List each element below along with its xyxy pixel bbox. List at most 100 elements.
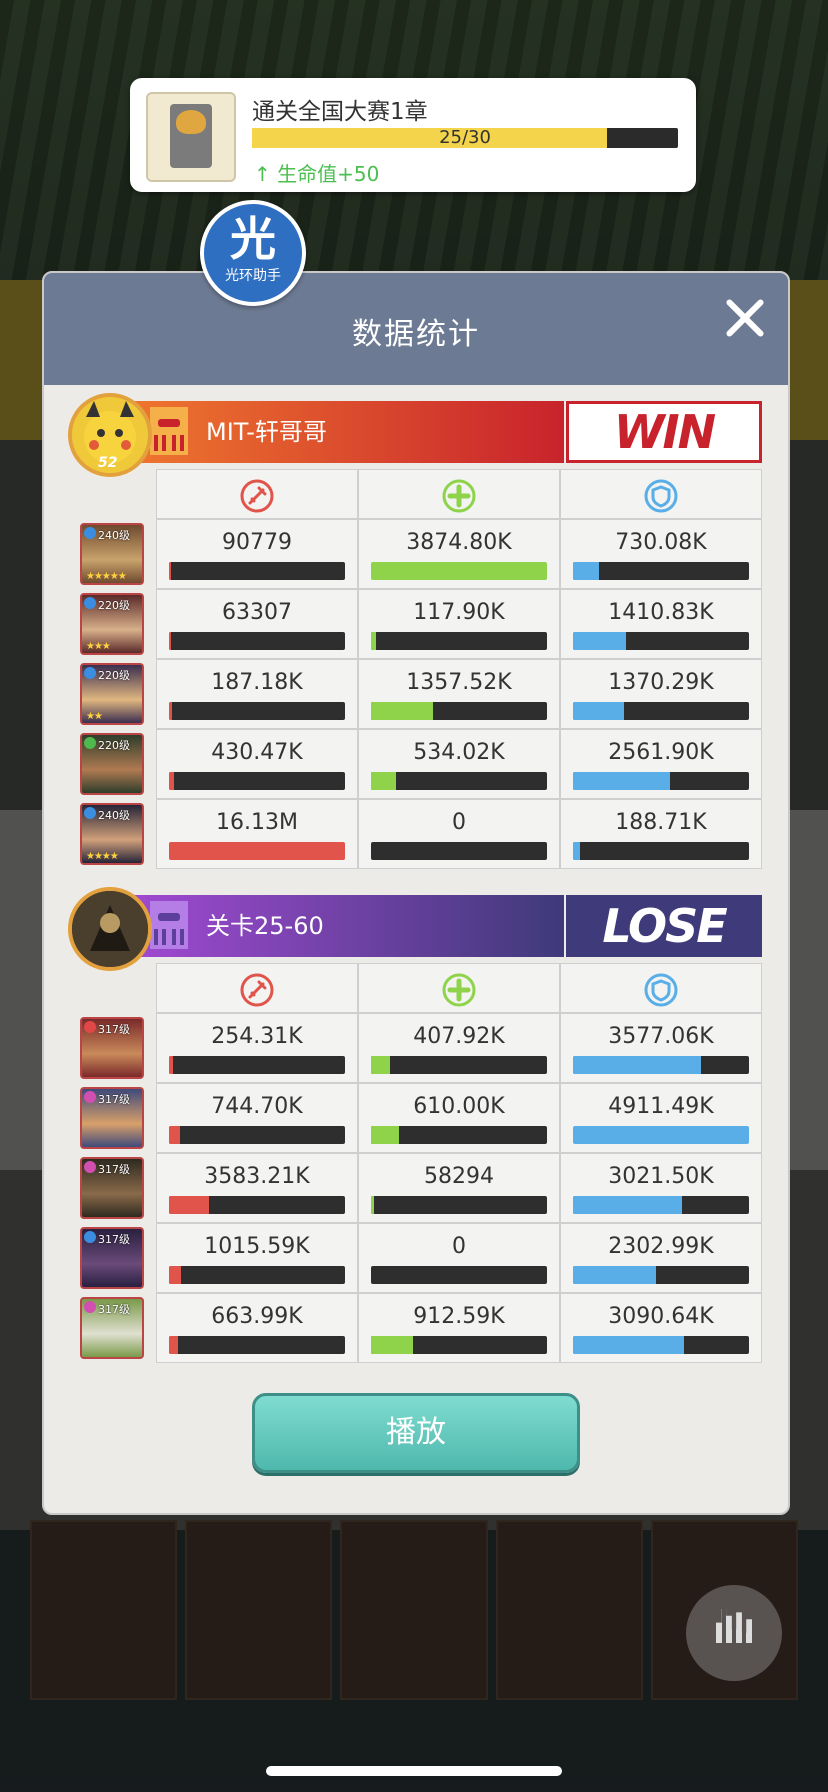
heal-cell: 407.92K: [358, 1013, 560, 1083]
shield-cell: 188.71K: [560, 799, 762, 869]
hero-stat-row: 317级 663.99K 912.59K 3090.64K: [70, 1293, 762, 1363]
hero-stat-row: 220级 ★★ 187.18K 1357.52K 1370.29K: [70, 659, 762, 729]
hero-level: 220级: [98, 739, 130, 752]
hero-portrait[interactable]: 317级: [80, 1157, 144, 1219]
heal-bar: [371, 1196, 547, 1214]
damage-cell: 744.70K: [156, 1083, 358, 1153]
hero-stat-row: 317级 1015.59K 0 2302.99K: [70, 1223, 762, 1293]
heal-bar: [371, 562, 547, 580]
shield-value: 2302.99K: [608, 1234, 714, 1259]
shield-bar: [573, 702, 749, 720]
heal-bar: [371, 1056, 547, 1074]
hero-level: 317级: [98, 1023, 130, 1036]
heal-value: 610.00K: [413, 1094, 505, 1119]
heal-bar-fill: [371, 632, 377, 650]
shield-cell: 3021.50K: [560, 1153, 762, 1223]
damage-bar-fill: [169, 1126, 180, 1144]
player-avatar[interactable]: 52: [68, 393, 152, 477]
damage-value: 663.99K: [211, 1304, 303, 1329]
shield-bar-fill: [573, 702, 625, 720]
heal-bar: [371, 1266, 547, 1284]
hero-stat-row: 220级 ★★★ 63307 117.90K 1410.83K: [70, 589, 762, 659]
shield-cell: 2561.90K: [560, 729, 762, 799]
heal-value: 0: [452, 810, 466, 835]
hero-portrait[interactable]: 317级: [80, 1087, 144, 1149]
damage-icon: [239, 972, 275, 1008]
hero-class-gem-icon: [84, 1231, 96, 1243]
play-button[interactable]: 播放: [252, 1393, 580, 1473]
shield-cell: 3090.64K: [560, 1293, 762, 1363]
team-name: MIT-轩哥哥: [206, 418, 327, 446]
heal-cell: 58294: [358, 1153, 560, 1223]
hero-stat-row: 240级 ★★★★★ 90779 3874.80K 730.08K: [70, 519, 762, 589]
hero-portrait[interactable]: 317级: [80, 1227, 144, 1289]
heal-bar-fill: [371, 1196, 374, 1214]
hero-stars-icon: ★★★: [86, 641, 111, 652]
hero-portrait[interactable]: 220级 ★★: [80, 663, 144, 725]
hero-cell: 240级 ★★★★★: [70, 519, 156, 589]
hero-portrait[interactable]: 220级 ★★★: [80, 593, 144, 655]
damage-bar-fill: [169, 562, 171, 580]
heal-bar-fill: [371, 772, 396, 790]
quest-reward: ↑ 生命值+50: [254, 162, 380, 186]
player-level: 52: [98, 455, 118, 471]
hero-stat-row: 317级 3583.21K 58294 3021.50K: [70, 1153, 762, 1223]
hero-cell: 317级: [70, 1293, 156, 1363]
stat-header-cell: [560, 963, 762, 1013]
home-indicator: [266, 1766, 562, 1776]
hero-portrait[interactable]: 240级 ★★★★: [80, 803, 144, 865]
shield-value: 3090.64K: [608, 1304, 714, 1329]
hero-portrait[interactable]: 317级: [80, 1297, 144, 1359]
heal-cell: 534.02K: [358, 729, 560, 799]
shield-value: 2561.90K: [608, 740, 714, 765]
shield-bar: [573, 1056, 749, 1074]
hero-portrait[interactable]: 317级: [80, 1017, 144, 1079]
damage-bar: [169, 842, 345, 860]
damage-cell: 254.31K: [156, 1013, 358, 1083]
hero-level: 220级: [98, 669, 130, 682]
bar-chart-icon: [716, 1609, 752, 1643]
damage-bar-fill: [169, 1056, 173, 1074]
shield-value: 3577.06K: [608, 1024, 714, 1049]
heal-icon: [441, 972, 477, 1008]
shield-bar-fill: [573, 632, 626, 650]
hero-stars-icon: ★★: [86, 711, 103, 722]
hero-cell: 240级 ★★★★: [70, 799, 156, 869]
shield-bar: [573, 772, 749, 790]
shield-bar: [573, 1196, 749, 1214]
heal-bar-fill: [371, 1126, 400, 1144]
halo-assistant-badge[interactable]: 光 光环助手: [200, 200, 306, 306]
heal-value: 534.02K: [413, 740, 505, 765]
hero-class-gem-icon: [84, 527, 96, 539]
damage-cell: 430.47K: [156, 729, 358, 799]
hero-stat-row: 240级 ★★★★ 16.13M 0 188.71K: [70, 799, 762, 869]
shield-value: 188.71K: [615, 810, 707, 835]
battle-stats-panel: 数据统计 52 MIT-轩哥哥 WIN 240级 ★★★★★ 90779 3874.8…: [42, 271, 790, 1515]
hero-class-gem-icon: [84, 807, 96, 819]
shield-value: 3021.50K: [608, 1164, 714, 1189]
hero-portrait[interactable]: 240级 ★★★★★: [80, 523, 144, 585]
hero-class-gem-icon: [84, 1091, 96, 1103]
shield-cell: 1410.83K: [560, 589, 762, 659]
shield-bar-fill: [573, 1056, 702, 1074]
hero-portrait[interactable]: 220级: [80, 733, 144, 795]
close-button[interactable]: [720, 293, 770, 343]
shield-cell: 730.08K: [560, 519, 762, 589]
heal-bar: [371, 702, 547, 720]
halo-glyph: 光: [230, 212, 276, 266]
damage-bar-fill: [169, 1336, 178, 1354]
damage-value: 430.47K: [211, 740, 303, 765]
heal-icon: [441, 478, 477, 514]
heal-cell: 0: [358, 799, 560, 869]
shield-bar: [573, 632, 749, 650]
stat-header-cell: [156, 469, 358, 519]
stat-header-cell: [560, 469, 762, 519]
heal-value: 117.90K: [413, 600, 505, 625]
damage-cell: 63307: [156, 589, 358, 659]
heal-bar-fill: [371, 1336, 414, 1354]
hero-cell: 220级 ★★★: [70, 589, 156, 659]
heal-value: 912.59K: [413, 1304, 505, 1329]
damage-bar-fill: [169, 842, 345, 860]
damage-bar: [169, 1336, 345, 1354]
heal-bar-fill: [371, 1056, 391, 1074]
